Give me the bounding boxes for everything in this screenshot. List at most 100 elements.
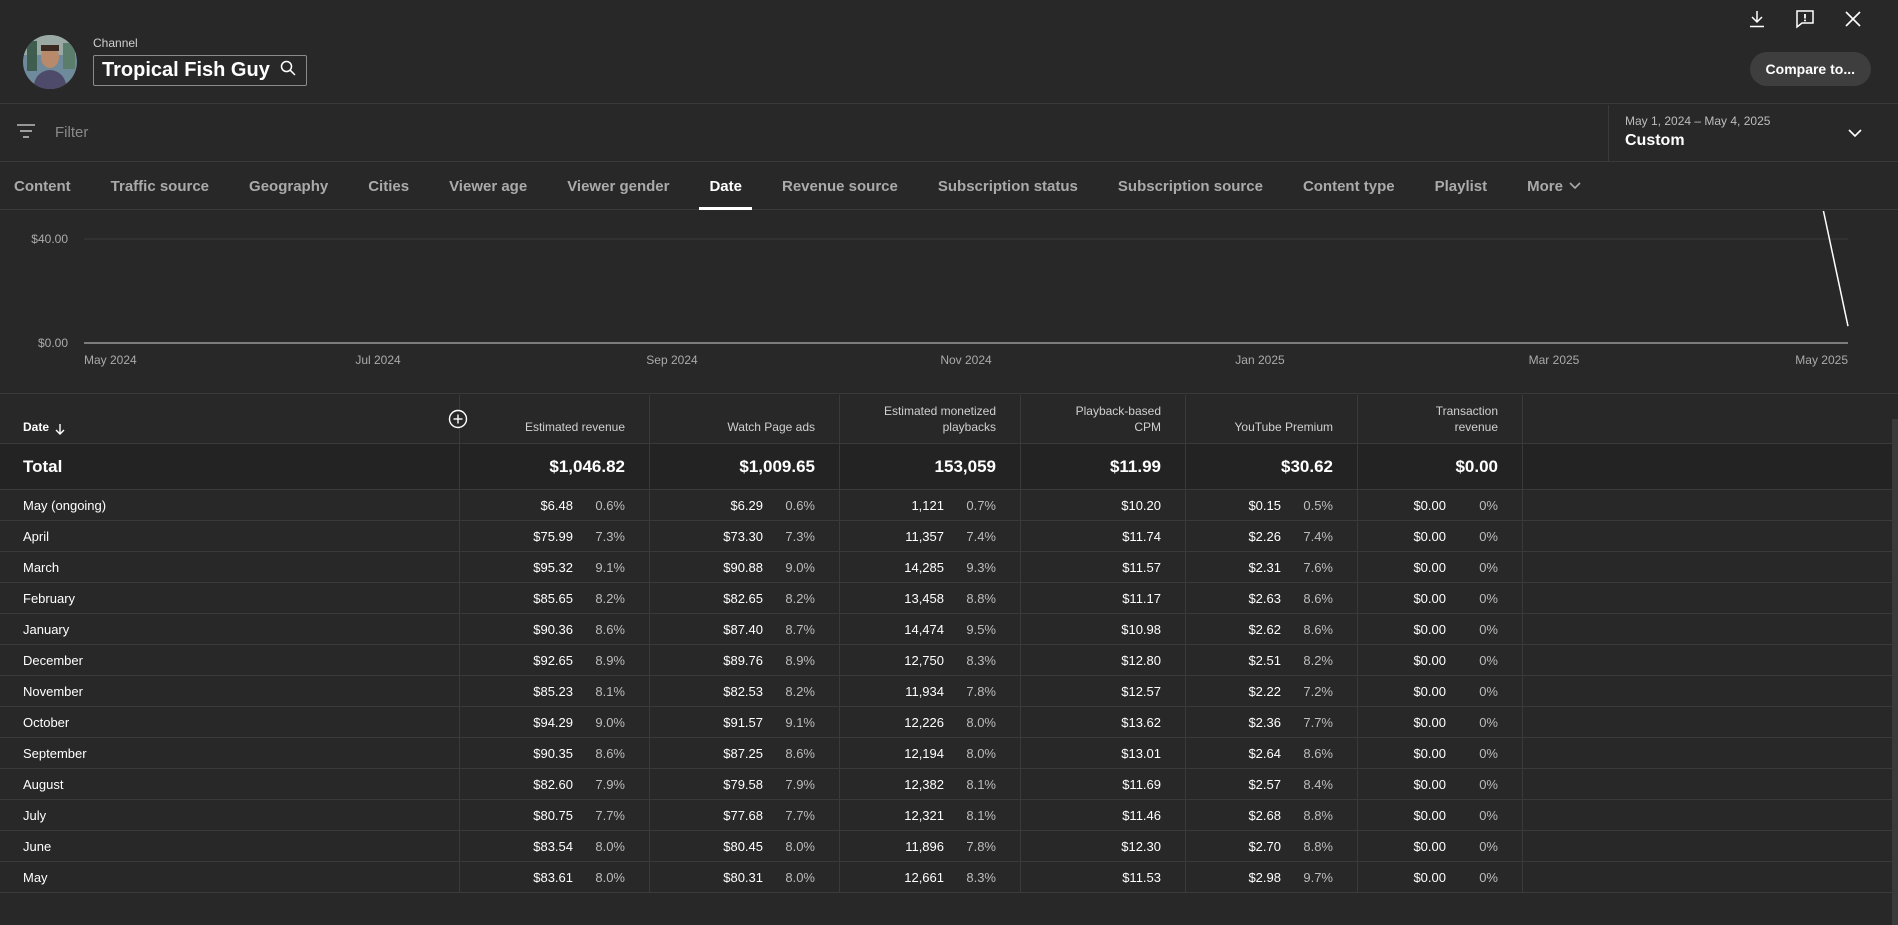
row-cell-cpm: $12.57 [1021, 676, 1186, 706]
scrollbar[interactable] [1892, 419, 1898, 925]
row-cell-cpm: $10.98 [1021, 614, 1186, 644]
cell-value: $92.65 [533, 652, 573, 668]
table-row[interactable]: August $82.60 7.9% $79.58 7.9% 12,382 8.1% $11.… [0, 769, 1898, 800]
tab-cities[interactable]: Cities [368, 162, 409, 210]
cell-value: $77.68 [723, 807, 763, 823]
row-cell-mon: 11,934 7.8% [840, 676, 1021, 706]
y-tick-label: $0.00 [38, 336, 68, 350]
row-cell-mon: 14,474 9.5% [840, 614, 1021, 644]
column-header-monetized-playbacks[interactable]: Estimated monetized playbacks [840, 395, 1021, 443]
filter-input[interactable]: Filter [55, 124, 88, 141]
table-row[interactable]: September $90.35 8.6% $87.25 8.6% 12,194 8.0% $… [0, 738, 1898, 769]
compare-button[interactable]: Compare to... [1749, 52, 1871, 86]
total-row: Total $1,046.82 $1,009.65 153,059 $11.99… [0, 444, 1898, 490]
channel-selector[interactable]: Tropical Fish Guy [93, 55, 307, 86]
empty-column [1523, 676, 1898, 706]
feedback-icon[interactable] [1790, 4, 1820, 34]
tab-revenue-source[interactable]: Revenue source [782, 162, 898, 210]
total-transaction-revenue: $0.00 [1358, 444, 1523, 489]
cell-value: 14,285 [904, 559, 944, 575]
table-row[interactable]: November $85.23 8.1% $82.53 8.2% 11,934 7.8% $1… [0, 676, 1898, 707]
cell-value: $2.31 [1248, 559, 1281, 575]
cell-percentage: 0% [1479, 621, 1498, 637]
row-cell-prem: $2.64 8.6% [1186, 738, 1358, 768]
row-cell-prem: $2.70 8.8% [1186, 831, 1358, 861]
table-row[interactable]: April $75.99 7.3% $73.30 7.3% 11,357 7.4% $11.7… [0, 521, 1898, 552]
tab-playlist[interactable]: Playlist [1435, 162, 1488, 210]
x-tick-label: May 2024 [84, 353, 137, 367]
row-cell-txn: $0.00 0% [1358, 676, 1523, 706]
cell-value: $82.53 [723, 683, 763, 699]
cell-percentage: 9.0% [595, 714, 625, 730]
avatar[interactable] [23, 35, 77, 89]
row-cell-txn: $0.00 0% [1358, 707, 1523, 737]
cell-percentage: 8.6% [595, 621, 625, 637]
cell-value: $80.75 [533, 807, 573, 823]
column-header-cpm[interactable]: Playback-based CPM [1021, 395, 1186, 443]
cell-percentage: 7.9% [785, 776, 815, 792]
row-date: November [0, 676, 460, 706]
cell-percentage: 7.7% [785, 807, 815, 823]
dimension-tabs: Content Traffic source Geography Cities … [0, 162, 1898, 210]
tab-traffic-source[interactable]: Traffic source [111, 162, 209, 210]
close-icon[interactable] [1838, 4, 1868, 34]
cell-value: $82.60 [533, 776, 573, 792]
cell-percentage: 7.4% [966, 528, 996, 544]
tab-subscription-status[interactable]: Subscription status [938, 162, 1078, 210]
table-row[interactable]: October $94.29 9.0% $91.57 9.1% 12,226 8.0% $13… [0, 707, 1898, 738]
sort-down-icon[interactable] [55, 423, 65, 435]
cell-value: $0.00 [1413, 528, 1446, 544]
column-header-watch-page-ads[interactable]: Watch Page ads [650, 395, 840, 443]
cell-percentage: 8.8% [1303, 838, 1333, 854]
cell-value: 12,661 [904, 869, 944, 885]
tab-content-type[interactable]: Content type [1303, 162, 1395, 210]
column-header-youtube-premium[interactable]: YouTube Premium [1186, 395, 1358, 443]
search-icon[interactable] [280, 60, 296, 81]
cell-percentage: 8.6% [1303, 590, 1333, 606]
empty-column [1523, 444, 1898, 489]
tab-geography[interactable]: Geography [249, 162, 328, 210]
tab-more-label: More [1527, 177, 1563, 195]
table-row[interactable]: February $85.65 8.2% $82.65 8.2% 13,458 8.8% $1… [0, 583, 1898, 614]
date-range-picker[interactable]: May 1, 2024 – May 4, 2025 Custom [1608, 105, 1898, 162]
row-cell-rev: $75.99 7.3% [460, 521, 650, 551]
total-watch-page-ads: $1,009.65 [650, 444, 840, 489]
table-row[interactable]: June $83.54 8.0% $80.45 8.0% 11,896 7.8% $12.30… [0, 831, 1898, 862]
table-row[interactable]: July $80.75 7.7% $77.68 7.7% 12,321 8.1% $11.46… [0, 800, 1898, 831]
cell-value: $0.00 [1413, 652, 1446, 668]
download-icon[interactable] [1742, 4, 1772, 34]
chevron-down-icon[interactable] [1848, 125, 1862, 143]
cell-value: $85.65 [533, 590, 573, 606]
row-cell-ads: $6.29 0.6% [650, 490, 840, 520]
filter-icon[interactable] [16, 123, 36, 144]
table-row[interactable]: May $83.61 8.0% $80.31 8.0% 12,661 8.3% $11.53 $… [0, 862, 1898, 893]
header-line-1: Playback-based [1075, 404, 1161, 418]
cell-percentage: 8.0% [595, 838, 625, 854]
row-cell-txn: $0.00 0% [1358, 521, 1523, 551]
cell-value: $10.98 [1121, 621, 1161, 637]
column-header-transaction-revenue[interactable]: Transaction revenue [1358, 395, 1523, 443]
table-row[interactable]: January $90.36 8.6% $87.40 8.7% 14,474 9.5% $10… [0, 614, 1898, 645]
tab-date[interactable]: Date [699, 162, 752, 210]
row-cell-txn: $0.00 0% [1358, 583, 1523, 613]
table-row[interactable]: March $95.32 9.1% $90.88 9.0% 14,285 9.3% $11.5… [0, 552, 1898, 583]
cell-value: $83.61 [533, 869, 573, 885]
tab-more[interactable]: More [1527, 162, 1581, 210]
cell-percentage: 0% [1479, 528, 1498, 544]
column-header-date[interactable]: Date [0, 395, 468, 443]
cell-percentage: 9.1% [785, 714, 815, 730]
tab-subscription-source[interactable]: Subscription source [1118, 162, 1263, 210]
row-cell-prem: $2.26 7.4% [1186, 521, 1358, 551]
tab-viewer-age[interactable]: Viewer age [449, 162, 527, 210]
avatar-image [23, 35, 77, 89]
header-line-1: Estimated monetized [883, 404, 996, 418]
chart-svg: $40.00 $0.00 May 2024 Jul 2024 Sep 2024 Nov 2… [31, 190, 1849, 367]
tab-viewer-gender[interactable]: Viewer gender [567, 162, 669, 210]
column-header-estimated-revenue[interactable]: Estimated revenue [460, 395, 650, 443]
add-column-icon[interactable] [448, 409, 468, 429]
table-row[interactable]: May (ongoing) $6.48 0.6% $6.29 0.6% 1,121 0.7%… [0, 490, 1898, 521]
tab-content[interactable]: Content [14, 162, 71, 210]
table-row[interactable]: December $92.65 8.9% $89.76 8.9% 12,750 8.3% $1… [0, 645, 1898, 676]
row-cell-ads: $79.58 7.9% [650, 769, 840, 799]
row-date: June [0, 831, 460, 861]
